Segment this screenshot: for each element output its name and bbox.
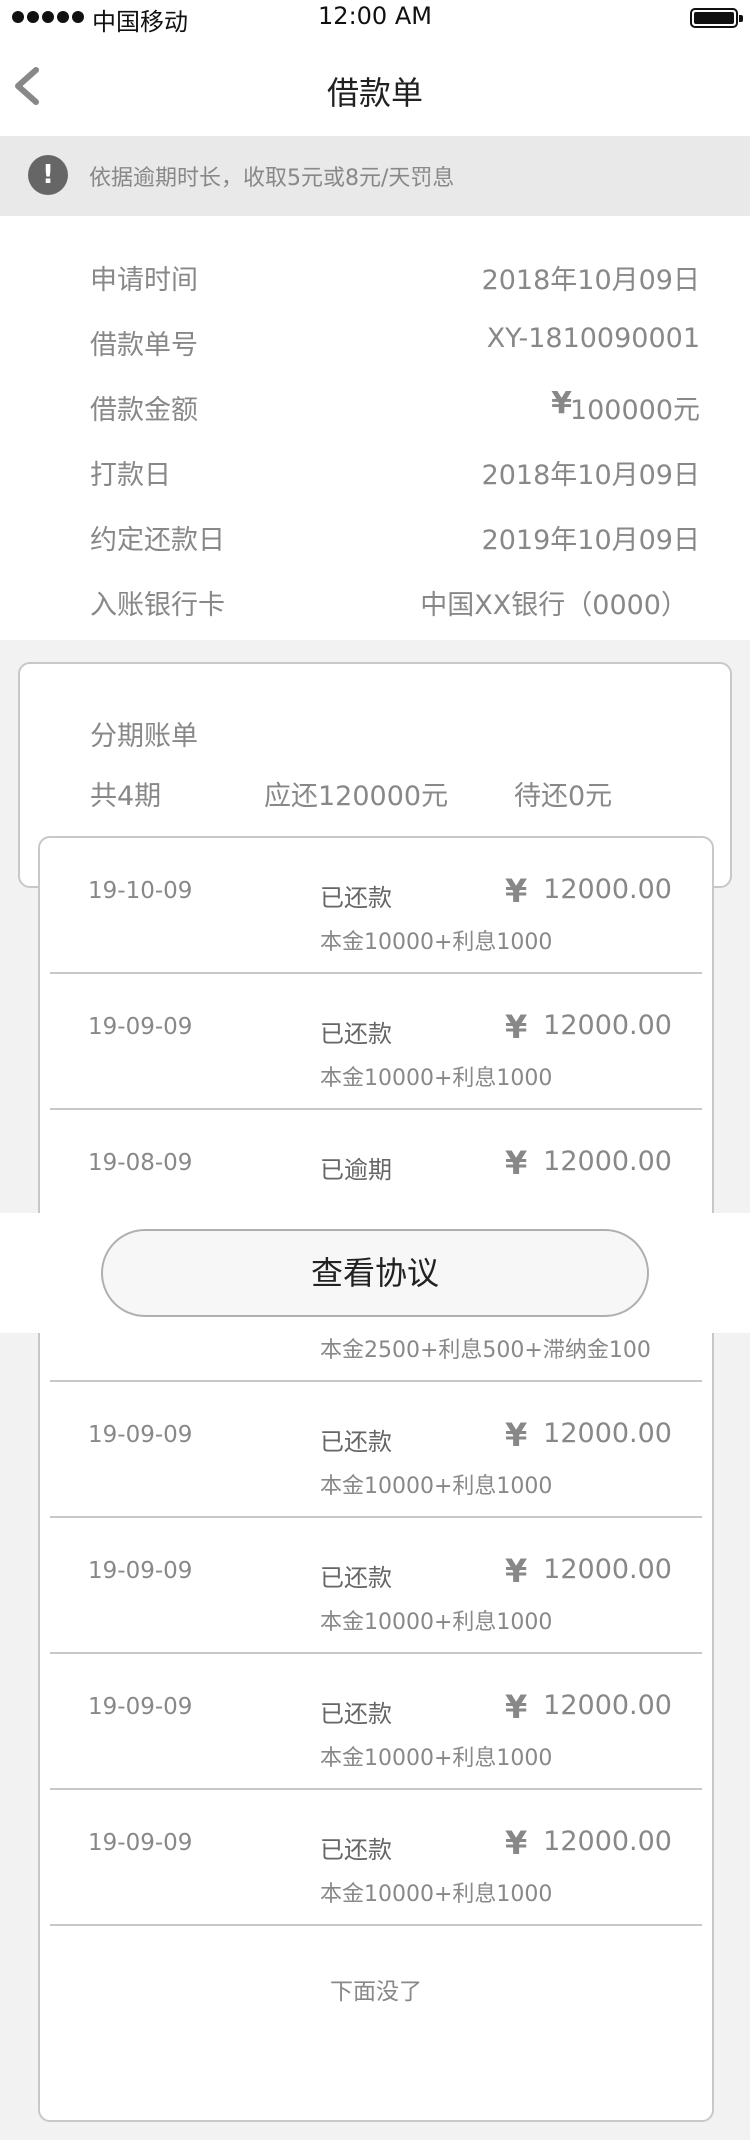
bill-date: 19-10-09 bbox=[88, 878, 193, 904]
bill-detail: 本金10000+利息1000 bbox=[320, 1066, 553, 1091]
yuan-icon: ¥ bbox=[505, 1552, 528, 1590]
info-value: 中国XX银行（0000） bbox=[420, 590, 688, 621]
bill-status: 已还款 bbox=[320, 1020, 392, 1048]
info-label: 约定还款日 bbox=[90, 525, 225, 556]
bill-status: 已逾期 bbox=[320, 1156, 392, 1184]
view-agreement-button[interactable]: 查看协议 bbox=[101, 1229, 649, 1317]
yuan-icon: ¥ bbox=[505, 1416, 528, 1454]
bill-detail: 本金10000+利息1000 bbox=[320, 1610, 553, 1635]
status-bar: 中国移动 12:00 AM bbox=[0, 0, 750, 36]
bill-date: 19-09-09 bbox=[88, 1014, 193, 1040]
battery-icon bbox=[690, 8, 743, 28]
exclamation-icon: ! bbox=[28, 155, 68, 195]
info-label: 借款金额 bbox=[90, 395, 198, 426]
bill-amount: 12000.00 bbox=[543, 1690, 672, 1721]
bill-date: 19-09-09 bbox=[88, 1694, 193, 1720]
status-time: 12:00 AM bbox=[318, 2, 432, 30]
penalty-notice: ! 依据逾期时长，收取5元或8元/天罚息 bbox=[0, 136, 750, 216]
info-label: 入账银行卡 bbox=[90, 590, 225, 621]
list-item[interactable]: 19-09-09 已还款 ¥ 12000.00 本金10000+利息1000 bbox=[50, 1382, 702, 1518]
info-value: 100000元 bbox=[569, 395, 700, 426]
info-row-payout-date: 打款日 2018年10月09日 bbox=[0, 441, 750, 501]
bill-status: 已还款 bbox=[320, 1700, 392, 1728]
info-value: 2018年10月09日 bbox=[481, 460, 700, 491]
info-row-loan-number: 借款单号 XY-1810090001 bbox=[0, 311, 750, 371]
loan-info-card: 申请时间 2018年10月09日 借款单号 XY-1810090001 借款金额… bbox=[0, 216, 750, 640]
bill-detail: 本金10000+利息1000 bbox=[320, 1882, 553, 1907]
list-item[interactable]: 19-09-09 已还款 ¥ 12000.00 本金10000+利息1000 bbox=[50, 1654, 702, 1790]
info-label: 申请时间 bbox=[90, 265, 198, 296]
agreement-bar: 查看协议 bbox=[0, 1213, 750, 1333]
total-periods: 共4期 bbox=[90, 781, 162, 812]
bill-status: 已还款 bbox=[320, 1564, 392, 1592]
bill-status: 已还款 bbox=[320, 1428, 392, 1456]
yuan-icon: ¥ bbox=[505, 1008, 528, 1046]
bill-date: 19-08-09 bbox=[88, 1150, 193, 1176]
bill-amount: 12000.00 bbox=[543, 874, 672, 905]
list-end-text: 下面没了 bbox=[330, 1979, 422, 2005]
info-value: XY-1810090001 bbox=[486, 323, 700, 354]
bill-date: 19-09-09 bbox=[88, 1558, 193, 1584]
info-row-loan-amount: 借款金额 ¥ 100000元 bbox=[0, 376, 750, 436]
page-title: 借款单 bbox=[326, 74, 423, 112]
yuan-icon: ¥ bbox=[505, 872, 528, 910]
info-label: 借款单号 bbox=[90, 330, 198, 361]
bill-amount: 12000.00 bbox=[543, 1826, 672, 1857]
bill-date: 19-09-09 bbox=[88, 1422, 193, 1448]
bill-amount: 12000.00 bbox=[543, 1146, 672, 1177]
bill-date: 19-09-09 bbox=[88, 1830, 193, 1856]
bill-detail: 本金10000+利息1000 bbox=[320, 930, 553, 955]
bill-status: 已还款 bbox=[320, 884, 392, 912]
notice-text: 依据逾期时长，收取5元或8元/天罚息 bbox=[89, 166, 455, 191]
amount-due: 应还120000元 bbox=[264, 781, 449, 812]
screen: 中国移动 12:00 AM 借款单 ! 依据逾期时长，收取5元或8元/天罚息 申… bbox=[0, 0, 750, 2140]
bill-status: 已还款 bbox=[320, 1836, 392, 1864]
bill-amount: 12000.00 bbox=[543, 1010, 672, 1041]
yuan-icon: ¥ bbox=[505, 1144, 528, 1182]
bill-detail: 本金10000+利息1000 bbox=[320, 1474, 553, 1499]
info-label: 打款日 bbox=[90, 460, 171, 491]
info-value: 2018年10月09日 bbox=[481, 265, 700, 296]
installment-list: 19-10-09 已还款 ¥ 12000.00 本金10000+利息1000 1… bbox=[38, 836, 714, 2122]
amount-pending: 待还0元 bbox=[514, 781, 613, 812]
info-row-repay-date: 约定还款日 2019年10月09日 bbox=[0, 506, 750, 566]
list-item[interactable]: 19-10-09 已还款 ¥ 12000.00 本金10000+利息1000 bbox=[50, 838, 702, 974]
list-item[interactable]: 19-09-09 已还款 ¥ 12000.00 本金10000+利息1000 bbox=[50, 1518, 702, 1654]
bill-amount: 12000.00 bbox=[543, 1554, 672, 1585]
installment-title: 分期账单 bbox=[90, 721, 198, 752]
yuan-icon: ¥ bbox=[551, 386, 572, 421]
list-item[interactable]: 19-09-09 已还款 ¥ 12000.00 本金10000+利息1000 bbox=[50, 1790, 702, 1926]
list-item[interactable]: 19-09-09 已还款 ¥ 12000.00 本金10000+利息1000 bbox=[50, 974, 702, 1110]
yuan-icon: ¥ bbox=[505, 1824, 528, 1862]
yuan-icon: ¥ bbox=[505, 1688, 528, 1726]
info-row-apply-time: 申请时间 2018年10月09日 bbox=[0, 246, 750, 306]
bill-detail: 本金2500+利息500+滞纳金100 bbox=[320, 1338, 651, 1363]
info-row-bank-card: 入账银行卡 中国XX银行（0000） bbox=[0, 571, 750, 631]
bill-amount: 12000.00 bbox=[543, 1418, 672, 1449]
bill-detail: 本金10000+利息1000 bbox=[320, 1746, 553, 1771]
info-value: 2019年10月09日 bbox=[481, 525, 700, 556]
nav-bar: 借款单 bbox=[0, 36, 750, 136]
